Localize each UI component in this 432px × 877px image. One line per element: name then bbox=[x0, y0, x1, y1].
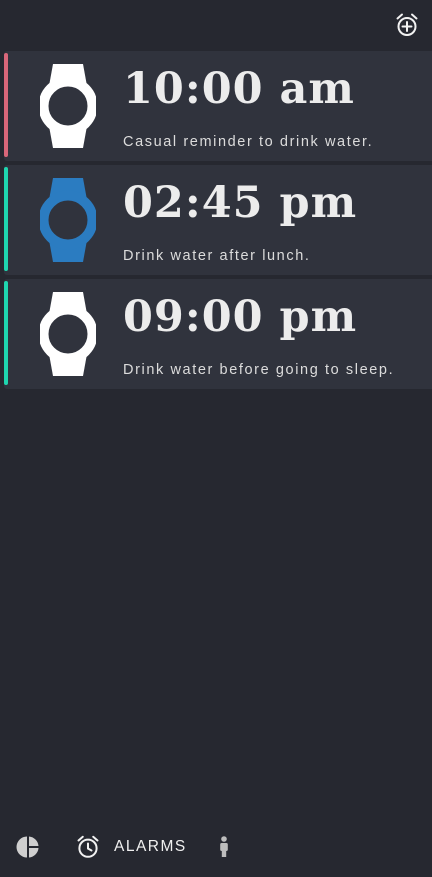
watch-icon bbox=[40, 292, 96, 376]
alarm-card[interactable]: 10:00 am Casual reminder to drink water. bbox=[4, 51, 432, 161]
add-alarm-button[interactable] bbox=[394, 12, 420, 38]
alarm-accent-bar bbox=[4, 53, 8, 157]
nav-alarms-label: ALARMS bbox=[114, 838, 187, 855]
nav-alarms-button[interactable]: ALARMS bbox=[76, 833, 187, 861]
alarm-time: 02:45 pm bbox=[123, 178, 358, 228]
alarm-description: Casual reminder to drink water. bbox=[123, 134, 374, 150]
alarm-list: 10:00 am Casual reminder to drink water.… bbox=[4, 51, 432, 393]
person-icon bbox=[218, 835, 230, 859]
alarm-description: Drink water before going to sleep. bbox=[123, 362, 395, 378]
alarm-description: Drink water after lunch. bbox=[123, 248, 311, 264]
alarm-time: 09:00 pm bbox=[123, 292, 358, 342]
nav-profile-button[interactable] bbox=[218, 833, 238, 861]
alarm-time: 10:00 am bbox=[123, 64, 355, 114]
app-screen: 10:00 am Casual reminder to drink water.… bbox=[0, 0, 432, 877]
alarm-card[interactable]: 02:45 pm Drink water after lunch. bbox=[4, 165, 432, 275]
watch-icon bbox=[40, 178, 96, 262]
alarm-accent-bar bbox=[4, 281, 8, 385]
alarm-clock-icon bbox=[76, 835, 100, 859]
alarm-add-icon bbox=[394, 12, 420, 38]
nav-stats-button[interactable] bbox=[16, 833, 44, 861]
alarm-accent-bar bbox=[4, 167, 8, 271]
watch-icon bbox=[40, 64, 96, 148]
pie-chart-icon bbox=[16, 835, 40, 859]
alarm-card[interactable]: 09:00 pm Drink water before going to sle… bbox=[4, 279, 432, 389]
bottom-nav: ALARMS bbox=[0, 817, 432, 877]
top-bar bbox=[0, 0, 432, 48]
